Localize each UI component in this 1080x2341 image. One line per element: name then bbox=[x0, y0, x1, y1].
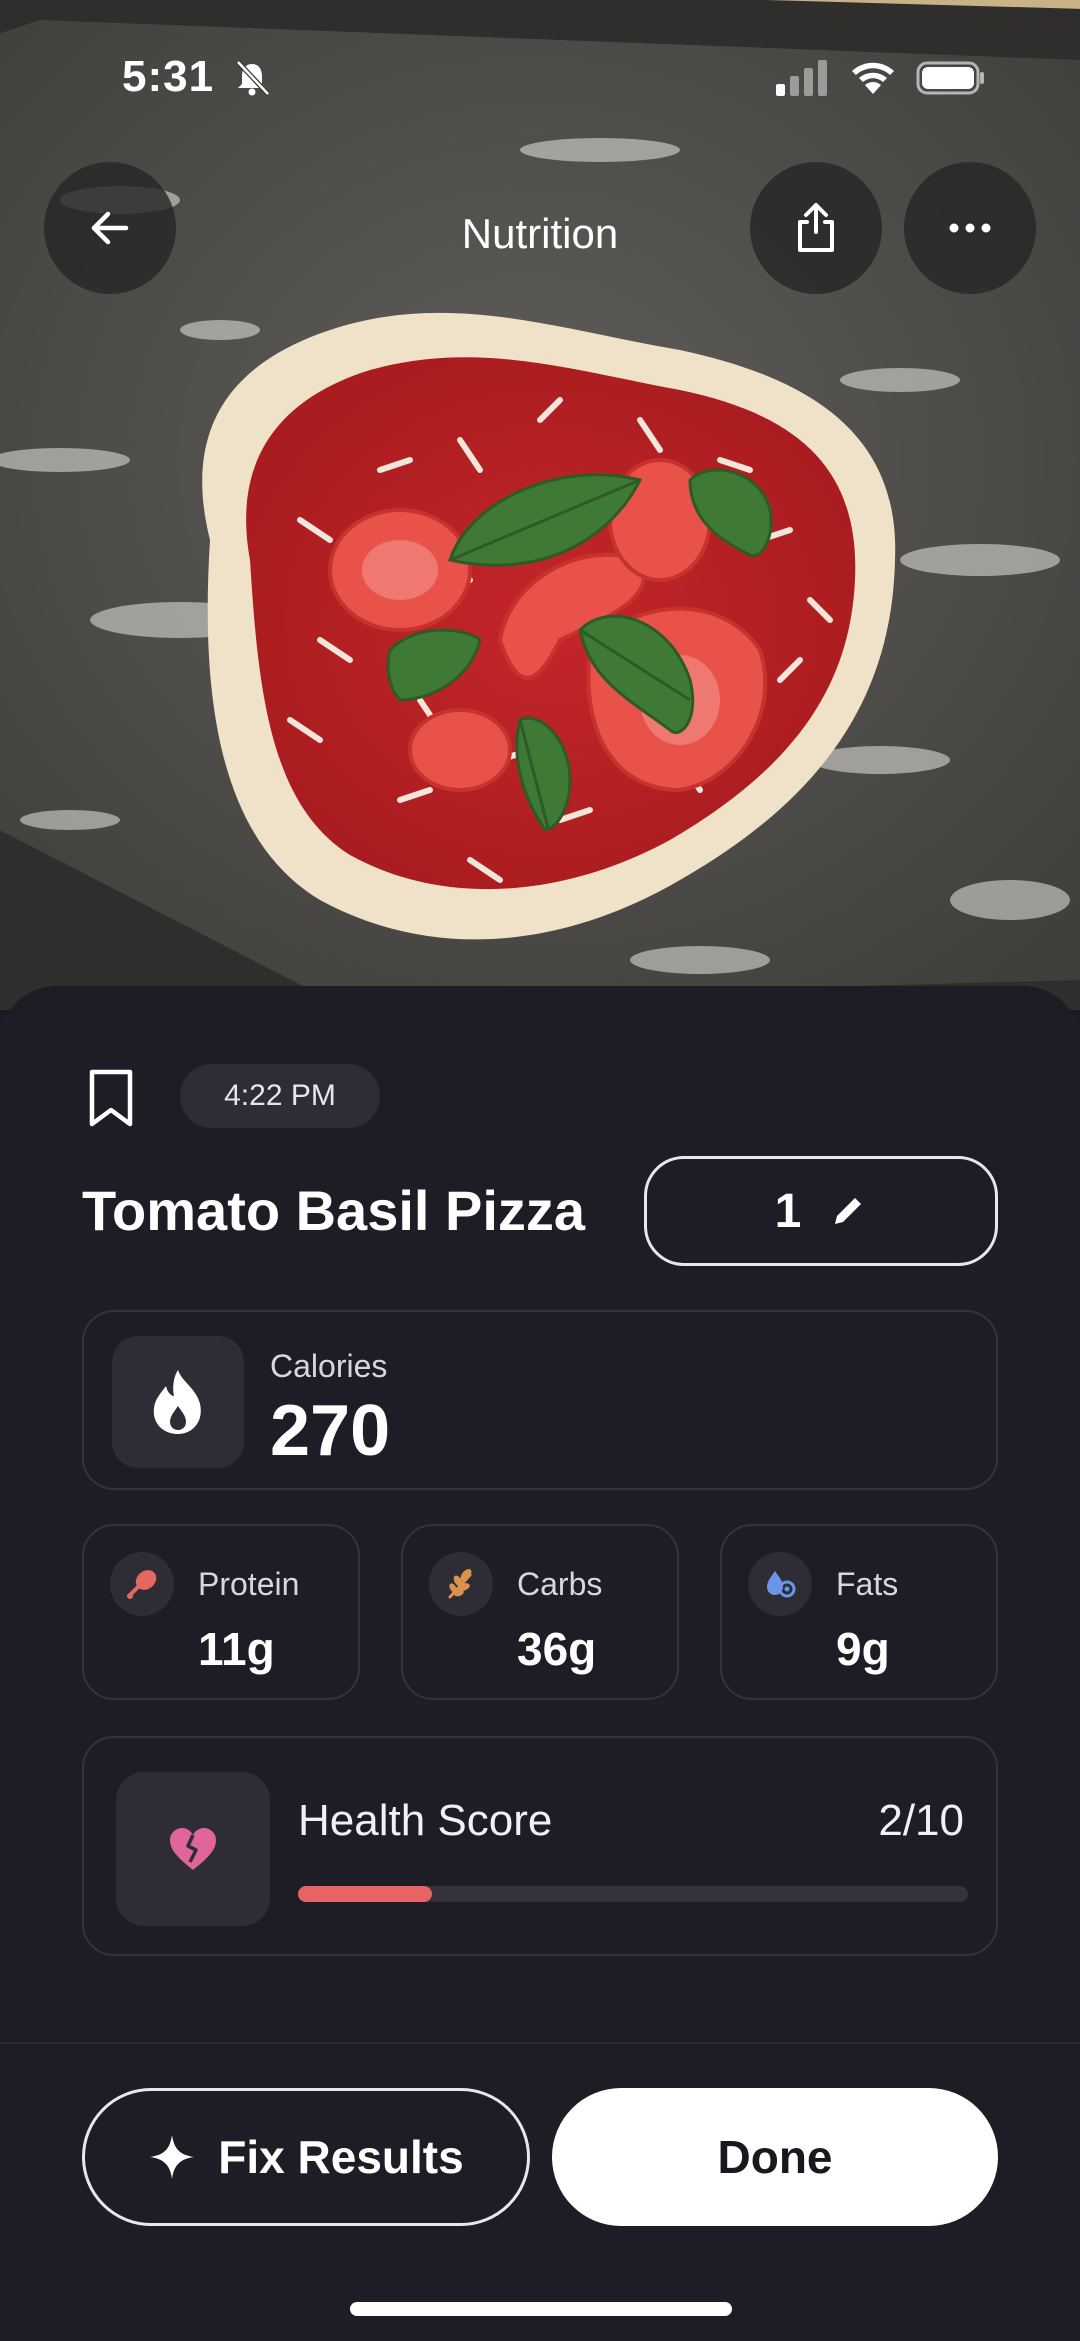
share-button[interactable] bbox=[750, 162, 882, 294]
status-bar: 5:31 bbox=[0, 0, 1080, 150]
drumstick-icon bbox=[127, 1570, 157, 1599]
meal-time-badge: 4:22 PM bbox=[180, 1064, 380, 1128]
health-score-label: Health Score bbox=[298, 1796, 553, 1845]
fix-results-button[interactable]: Fix Results bbox=[82, 2088, 530, 2226]
calories-label: Calories bbox=[270, 1348, 388, 1384]
wheat-icon bbox=[448, 1569, 472, 1599]
food-name: Tomato Basil Pizza bbox=[82, 1179, 586, 1242]
protein-label: Protein bbox=[198, 1566, 300, 1602]
pizza-image bbox=[0, 0, 1080, 1010]
sparkle-icon bbox=[150, 2135, 195, 2179]
pencil-icon bbox=[835, 1195, 865, 1224]
ellipsis-icon bbox=[949, 223, 991, 233]
fats-label: Fats bbox=[836, 1566, 899, 1602]
footer-divider bbox=[0, 2042, 1080, 2044]
wifi-icon bbox=[852, 62, 894, 94]
protein-icon-box bbox=[110, 1552, 174, 1616]
quantity-value: 1 bbox=[774, 1184, 802, 1238]
carbs-card: Carbs 36g bbox=[401, 1524, 679, 1700]
quantity-edit-button[interactable]: 1 bbox=[644, 1156, 998, 1266]
food-photo bbox=[0, 0, 1080, 1010]
health-score-bar bbox=[298, 1886, 968, 1902]
done-button[interactable]: Done bbox=[552, 2088, 998, 2226]
calories-card: Calories 270 bbox=[82, 1310, 998, 1490]
calories-icon-box bbox=[112, 1336, 244, 1468]
protein-value: 11g bbox=[198, 1623, 275, 1675]
health-score-card: Health Score 2/10 bbox=[82, 1736, 998, 1956]
more-options-button[interactable] bbox=[904, 162, 1036, 294]
carbs-icon-box bbox=[429, 1552, 493, 1616]
cellular-signal-icon bbox=[776, 60, 827, 96]
oil-drop-icon bbox=[767, 1571, 796, 1598]
carbs-value: 36g bbox=[517, 1623, 597, 1675]
arrow-left-icon bbox=[91, 211, 129, 245]
health-score-value: 2/10 bbox=[878, 1796, 964, 1845]
battery-icon bbox=[916, 61, 984, 95]
page-title: Nutrition bbox=[461, 210, 619, 257]
health-score-bar-fill bbox=[298, 1886, 432, 1902]
health-icon-box bbox=[116, 1772, 270, 1926]
broken-heart-icon bbox=[170, 1828, 216, 1870]
fats-card: Fats 9g bbox=[720, 1524, 998, 1700]
fats-icon-box bbox=[748, 1552, 812, 1616]
fix-results-label: Fix Results bbox=[218, 2131, 464, 2183]
meal-time: 4:22 PM bbox=[224, 1079, 336, 1112]
fats-value: 9g bbox=[836, 1623, 890, 1675]
flame-icon bbox=[153, 1370, 201, 1434]
status-time: 5:31 bbox=[122, 52, 215, 101]
back-button[interactable] bbox=[44, 162, 176, 294]
share-icon bbox=[798, 203, 834, 252]
carbs-label: Carbs bbox=[517, 1566, 603, 1602]
calories-value: 270 bbox=[270, 1391, 391, 1471]
bookmark-icon[interactable] bbox=[86, 1068, 136, 1128]
bell-off-icon bbox=[236, 60, 270, 96]
protein-card: Protein 11g bbox=[82, 1524, 360, 1700]
home-indicator[interactable] bbox=[350, 2302, 732, 2316]
done-label: Done bbox=[717, 2131, 833, 2183]
